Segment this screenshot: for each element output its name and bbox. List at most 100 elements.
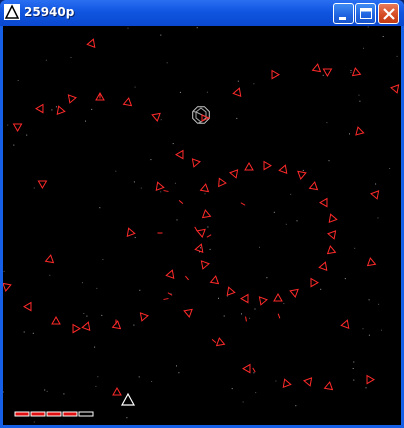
star [296,220,298,222]
star [13,144,15,146]
star [55,106,57,108]
star [134,237,136,239]
enemy-ship [327,230,337,240]
star [349,133,350,135]
star [140,187,142,189]
enemy-ship [175,149,184,160]
enemy-ship [226,286,236,296]
star [353,361,355,363]
enemy-ship [35,103,44,114]
star [302,169,304,171]
enemy-projectile [206,234,212,238]
enemy-ship [209,275,220,285]
enemy-ship [258,296,268,306]
enemy-ship [139,312,149,322]
star [176,219,178,221]
close-icon [383,8,395,20]
enemy-ship [242,363,251,374]
enemy-ship [112,386,122,396]
star [33,421,35,423]
star [33,187,35,189]
star [254,308,256,310]
star [45,59,47,61]
star [231,388,233,390]
enemy-ship [297,170,307,180]
star [344,278,346,280]
star [97,376,99,378]
star [350,70,352,72]
star [139,289,141,291]
star [115,170,117,172]
enemy-ship [111,320,122,330]
star [259,246,260,248]
game-scene [3,26,400,423]
minimize-icon [339,17,346,20]
star [396,55,398,57]
star [138,376,140,378]
enemy-projectile [163,298,169,300]
star [226,295,228,297]
enemy-projectile [252,367,256,373]
enemy-ship [155,181,165,191]
game-window: 25940p [0,0,404,428]
star [127,27,129,29]
star [295,405,297,407]
star [283,303,285,305]
window-title: 25940p [24,5,75,19]
star [206,91,208,93]
enemy-ship [122,97,133,107]
enemy-ship [126,227,136,237]
star [85,120,86,122]
star [209,248,211,250]
star [326,122,328,124]
enemy-ship [390,84,400,94]
enemy-ship [328,213,338,223]
star [204,193,206,195]
enemy-projectile [277,313,281,319]
star [380,329,382,331]
star [70,57,72,58]
star [322,74,324,76]
star [133,324,135,326]
enemy-ship [199,183,210,193]
star [94,346,96,348]
star [207,226,209,228]
maximize-button[interactable] [355,3,376,24]
star [176,365,177,367]
star [99,207,101,209]
enemy-ship [72,323,81,334]
star [353,379,355,381]
star [7,124,9,126]
star [328,160,330,162]
health-segment [30,411,46,417]
enemy-ship [263,160,272,171]
enemy-ship [200,260,210,270]
close-button[interactable] [378,3,399,24]
enemy-ship [51,315,61,325]
star [200,247,201,249]
star [101,314,103,316]
enemy-ship [240,293,249,304]
star [150,159,152,161]
enemy-projectile [167,292,173,296]
minimize-button[interactable] [333,3,354,24]
enemy-ship [366,257,377,267]
star [133,181,135,183]
star [285,223,287,225]
enemy-projectile [194,226,198,232]
star [253,83,255,85]
enemy-ship [201,209,212,219]
star [350,72,352,73]
star [358,94,360,96]
star [179,91,181,93]
star [3,391,4,393]
star [83,313,85,314]
star [223,315,225,317]
enemy-ship [165,269,175,279]
enemy-ship [366,374,375,385]
enemy-ship [232,87,242,97]
game-playfield[interactable] [3,26,401,425]
title-bar[interactable]: 25940p [0,0,404,26]
star [375,183,377,185]
enemy-ship [326,245,337,255]
